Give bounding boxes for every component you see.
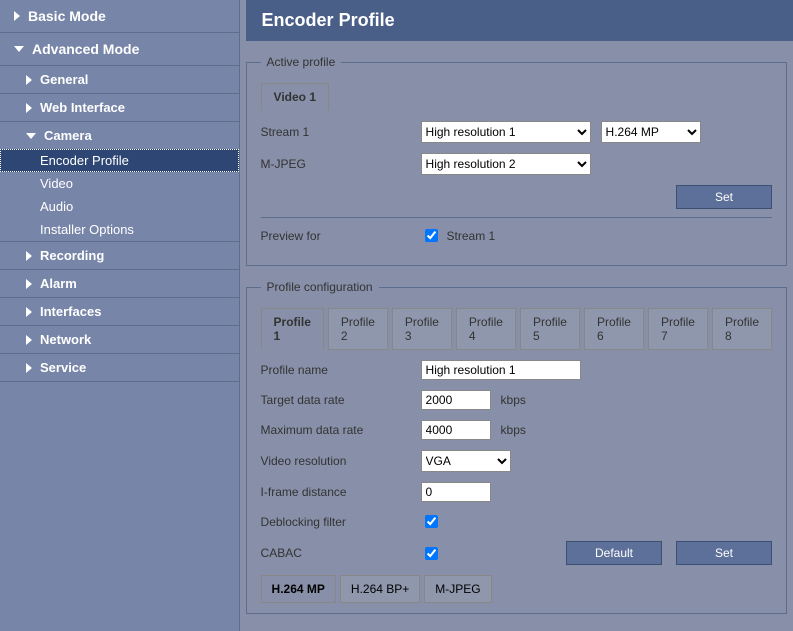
active-profile-legend: Active profile (261, 55, 342, 69)
stream1-profile-select[interactable]: High resolution 1 (421, 121, 591, 143)
cabac-checkbox[interactable] (425, 547, 438, 560)
sidebar-section-alarm[interactable]: Alarm (0, 270, 239, 297)
tab-profile-6[interactable]: Profile 6 (584, 308, 644, 350)
stream1-codec-select[interactable]: H.264 MP (601, 121, 701, 143)
default-button[interactable]: Default (566, 541, 662, 565)
profile-config-fieldset: Profile configuration Profile 1 Profile … (246, 280, 787, 614)
chevron-down-icon (26, 133, 36, 139)
sidebar-item-video[interactable]: Video (0, 172, 239, 195)
tab-video-1[interactable]: Video 1 (261, 83, 329, 111)
sidebar-item-audio[interactable]: Audio (0, 195, 239, 218)
target-rate-unit: kbps (501, 393, 526, 407)
sidebar-section-general[interactable]: General (0, 66, 239, 93)
sidebar-section-network[interactable]: Network (0, 326, 239, 353)
enc-tab-mjpeg[interactable]: M-JPEG (424, 575, 491, 603)
sidebar-section-web-interface[interactable]: Web Interface (0, 94, 239, 121)
tab-profile-7[interactable]: Profile 7 (648, 308, 708, 350)
tab-profile-4[interactable]: Profile 4 (456, 308, 516, 350)
deblocking-checkbox[interactable] (425, 515, 438, 528)
advanced-mode-label: Advanced Mode (32, 41, 139, 57)
profile-name-input[interactable] (421, 360, 581, 380)
enc-tab-h264-bp[interactable]: H.264 BP+ (340, 575, 420, 603)
stream1-label: Stream 1 (261, 125, 421, 139)
video-res-select[interactable]: VGA (421, 450, 511, 472)
tab-profile-1[interactable]: Profile 1 (261, 308, 324, 350)
tab-profile-2[interactable]: Profile 2 (328, 308, 388, 350)
video-res-label: Video resolution (261, 454, 421, 468)
chevron-right-icon (26, 335, 32, 345)
target-rate-label: Target data rate (261, 393, 421, 407)
chevron-right-icon (26, 251, 32, 261)
sidebar-section-camera[interactable]: Camera (0, 122, 239, 149)
sidebar-section-recording[interactable]: Recording (0, 242, 239, 269)
profile-name-label: Profile name (261, 363, 421, 377)
iframe-input[interactable] (421, 482, 491, 502)
sidebar-item-encoder-profile[interactable]: Encoder Profile (0, 149, 239, 172)
target-rate-input[interactable] (421, 390, 491, 410)
max-rate-input[interactable] (421, 420, 491, 440)
sidebar-section-interfaces[interactable]: Interfaces (0, 298, 239, 325)
preview-for-label: Preview for (261, 229, 421, 243)
enc-tab-h264-mp[interactable]: H.264 MP (261, 575, 336, 603)
advanced-mode-header[interactable]: Advanced Mode (0, 33, 239, 65)
max-rate-unit: kbps (501, 423, 526, 437)
active-profile-set-button[interactable]: Set (676, 185, 772, 209)
deblocking-label: Deblocking filter (261, 515, 421, 529)
sidebar-item-installer-options[interactable]: Installer Options (0, 218, 239, 241)
profile-config-legend: Profile configuration (261, 280, 379, 294)
basic-mode-label: Basic Mode (28, 8, 106, 24)
chevron-right-icon (14, 11, 20, 21)
page-title: Encoder Profile (246, 0, 793, 41)
camera-subitems: Encoder Profile Video Audio Installer Op… (0, 149, 239, 241)
chevron-down-icon (14, 46, 24, 52)
preview-stream1-checkbox[interactable] (425, 229, 438, 242)
chevron-right-icon (26, 363, 32, 373)
sidebar-section-service[interactable]: Service (0, 354, 239, 381)
sidebar: Basic Mode Advanced Mode General Web Int… (0, 0, 240, 631)
tab-profile-8[interactable]: Profile 8 (712, 308, 772, 350)
basic-mode-header[interactable]: Basic Mode (0, 0, 239, 32)
chevron-right-icon (26, 75, 32, 85)
chevron-right-icon (26, 103, 32, 113)
active-profile-fieldset: Active profile Video 1 Stream 1 High res… (246, 55, 787, 266)
mjpeg-profile-select[interactable]: High resolution 2 (421, 153, 591, 175)
chevron-right-icon (26, 279, 32, 289)
tab-profile-3[interactable]: Profile 3 (392, 308, 452, 350)
content-area: Encoder Profile Active profile Video 1 S… (240, 0, 793, 631)
cabac-label: CABAC (261, 546, 421, 560)
max-rate-label: Maximum data rate (261, 423, 421, 437)
tab-profile-5[interactable]: Profile 5 (520, 308, 580, 350)
iframe-label: I-frame distance (261, 485, 421, 499)
mjpeg-label: M-JPEG (261, 157, 421, 171)
chevron-right-icon (26, 307, 32, 317)
preview-stream1-label: Stream 1 (447, 229, 496, 243)
profile-set-button[interactable]: Set (676, 541, 772, 565)
